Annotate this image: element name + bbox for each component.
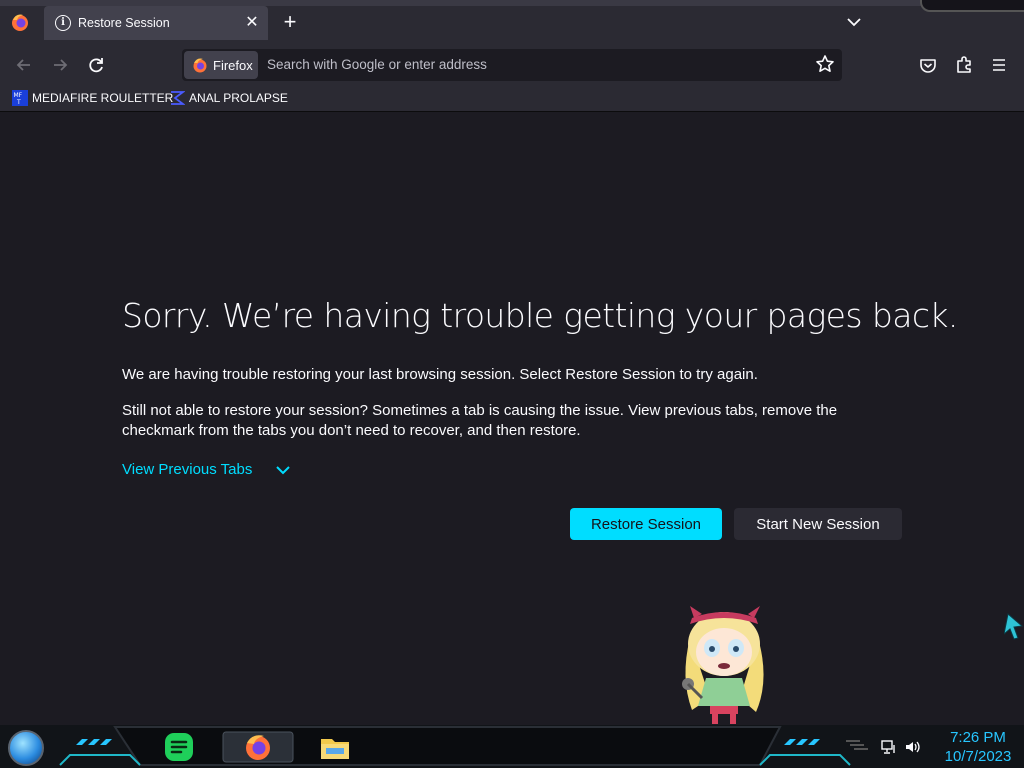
error-description: We are having trouble restoring your las…	[122, 366, 758, 383]
url-input[interactable]: Search with Google or enter address	[267, 57, 487, 72]
tab-strip: i Restore Session ✕ +	[0, 0, 1024, 44]
address-bar[interactable]: Firefox Search with Google or enter addr…	[182, 49, 842, 81]
mediafire-icon: MF T	[12, 90, 28, 106]
restore-session-page: Sorry. We’re having trouble getting your…	[0, 113, 1024, 725]
forward-arrow-icon[interactable]	[47, 52, 73, 78]
restore-session-button[interactable]: Restore Session	[570, 508, 722, 540]
info-icon: i	[55, 15, 71, 31]
extensions-icon[interactable]	[951, 52, 977, 78]
start-orb-button[interactable]	[8, 730, 44, 766]
taskbar-decoration	[59, 726, 868, 766]
bookmarks-toolbar: MF T MEDIAFIRE ROULETTER ANAL PROLAPSE	[0, 86, 1024, 112]
pocket-icon[interactable]	[915, 52, 941, 78]
start-new-session-button[interactable]: Start New Session	[734, 508, 902, 540]
tab-restore-session[interactable]: i Restore Session ✕	[44, 6, 268, 40]
volume-icon[interactable]	[904, 739, 922, 755]
system-clock[interactable]: 7:26 PM 10/7/2023	[936, 728, 1020, 766]
view-previous-tabs-toggle[interactable]: View Previous Tabs	[122, 461, 292, 478]
identity-box[interactable]: Firefox	[184, 51, 258, 79]
navigation-toolbar: Firefox Search with Google or enter addr…	[0, 44, 1024, 86]
bookmark-item-second[interactable]: ANAL PROLAPSE	[169, 90, 288, 106]
firefox-app-icon[interactable]	[10, 12, 30, 32]
page-title: Sorry. We’re having trouble getting your…	[122, 296, 958, 335]
window-frame-decoration	[920, 0, 1024, 12]
clock-date: 10/7/2023	[944, 748, 1012, 765]
firefox-icon	[193, 58, 207, 73]
taskbar	[0, 725, 1024, 768]
bookmark-icon	[171, 91, 185, 105]
svg-text:MF: MF	[14, 92, 23, 99]
bookmark-label: MEDIAFIRE ROULETTER	[32, 91, 174, 105]
hamburger-menu-icon[interactable]	[986, 52, 1012, 78]
back-arrow-icon[interactable]	[11, 52, 37, 78]
new-tab-button[interactable]: +	[278, 10, 302, 34]
bookmark-item-mediafire[interactable]: MF T MEDIAFIRE ROULETTER	[12, 90, 173, 106]
svg-text:T: T	[16, 99, 21, 106]
identity-label: Firefox	[213, 57, 253, 73]
clock-time: 7:26 PM	[950, 729, 1006, 746]
network-icon[interactable]	[880, 739, 898, 755]
notes-app-icon[interactable]	[162, 730, 196, 764]
file-explorer-icon[interactable]	[318, 730, 352, 764]
close-icon[interactable]: ✕	[242, 13, 262, 33]
reload-icon[interactable]	[83, 52, 109, 78]
tab-title: Restore Session	[78, 16, 170, 30]
error-hint: Still not able to restore your session? …	[122, 402, 838, 439]
chevron-down-icon[interactable]	[842, 10, 866, 34]
firefox-taskbar-button[interactable]	[222, 730, 294, 764]
desktop-mascot-character	[682, 606, 764, 724]
star-bookmark-icon[interactable]	[814, 53, 836, 75]
mouse-cursor-icon	[1004, 613, 1024, 640]
view-previous-tabs-label: View Previous Tabs	[122, 461, 253, 478]
chevron-down-icon	[276, 465, 291, 474]
bookmark-label: ANAL PROLAPSE	[189, 91, 288, 105]
